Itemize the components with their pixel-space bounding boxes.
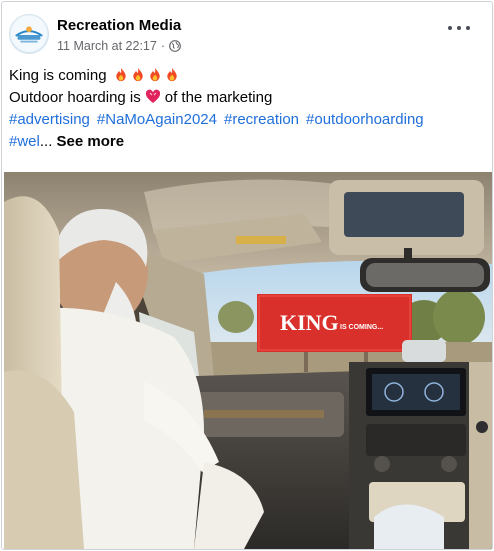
post-text: King is coming Outdoor hoarding is of the…	[9, 65, 489, 153]
globe-icon[interactable]	[169, 40, 181, 52]
meta-separator: ·	[160, 39, 166, 53]
post-card: Recreation Media 11 March at 22:17 · Kin…	[1, 1, 493, 550]
post-line-1: King is coming	[9, 65, 489, 87]
hashtag-truncated[interactable]: #wel	[9, 133, 40, 150]
recreation-media-logo	[10, 15, 48, 53]
post-timestamp[interactable]: 11 March at 22:17	[57, 39, 157, 53]
hashtag-line-1: #advertising #NaMoAgain2024 #recreation #ou…	[9, 109, 489, 131]
post-line-2-suffix: of the marketing	[164, 89, 273, 106]
post-line-1-text: King is coming	[9, 67, 107, 84]
post-photo[interactable]: KING IS COMING...	[4, 172, 492, 549]
heart-emoji-icon	[145, 89, 160, 103]
hashtag-recreation[interactable]: #recreation	[224, 111, 299, 128]
hashtag-namoagain2024[interactable]: #NaMoAgain2024	[97, 111, 217, 128]
hashtag-outdoorhoarding[interactable]: #outdoorhoarding	[306, 111, 424, 128]
post-header: Recreation Media 11 March at 22:17 ·	[2, 2, 492, 62]
page-name[interactable]: Recreation Media	[57, 17, 181, 34]
hashtag-line-2: #wel... See more	[9, 131, 489, 153]
fire-emoji-icon	[150, 67, 160, 82]
billboard-subtitle: IS COMING...	[340, 324, 383, 331]
page-avatar[interactable]	[9, 14, 49, 54]
post-meta: 11 March at 22:17 ·	[57, 39, 181, 53]
fire-emoji-icon	[167, 67, 177, 82]
fire-emoji-icon	[133, 67, 143, 82]
post-line-2-prefix: Outdoor hoarding is	[9, 89, 141, 106]
post-line-2: Outdoor hoarding is of the marketing	[9, 87, 489, 109]
see-more-link[interactable]: See more	[57, 133, 125, 150]
hashtag-advertising[interactable]: #advertising	[9, 111, 90, 128]
fire-emoji-icon	[116, 67, 126, 82]
more-options-icon[interactable]	[448, 22, 470, 34]
billboard-title: KING	[280, 310, 339, 335]
car-interior-photo: KING IS COMING...	[4, 172, 492, 549]
ellipsis: ...	[39, 133, 53, 150]
